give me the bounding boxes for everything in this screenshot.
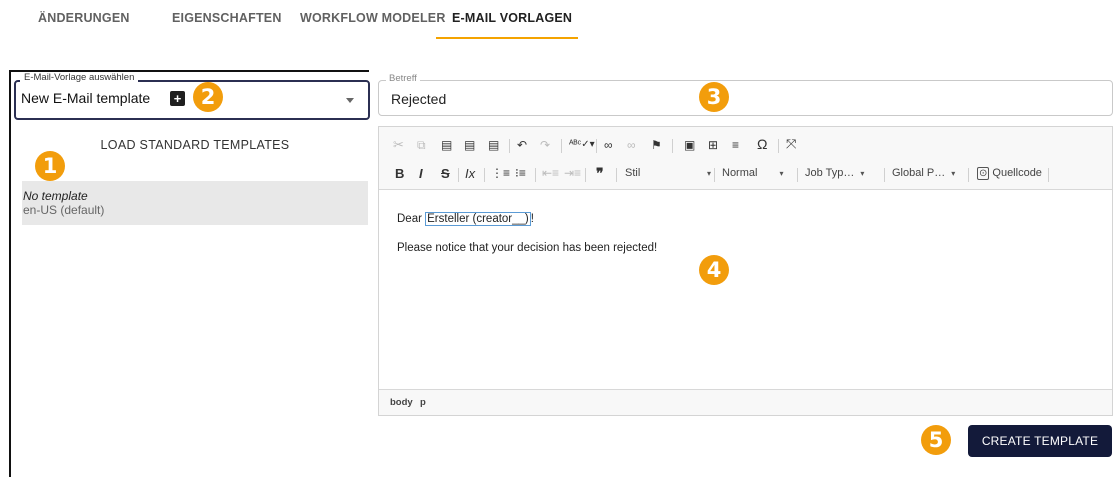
greeting-end: !	[530, 213, 534, 225]
job-type-combo-label: Job Typ…	[805, 167, 855, 179]
paste-icon[interactable]: ▤	[441, 138, 452, 152]
annotation-badge-2: 2	[193, 82, 223, 112]
style-combo-label: Stil	[625, 167, 641, 179]
image-icon[interactable]: ▣	[684, 138, 695, 152]
greeting-line: Dear Ersteller (creator__)!	[397, 212, 534, 226]
toolbar-separator	[509, 139, 510, 153]
horizontal-line-icon[interactable]: ≡	[732, 138, 739, 152]
chevron-down-icon: ▾	[951, 169, 956, 178]
style-combo[interactable]: Stil	[625, 167, 640, 179]
spellcheck-icon[interactable]: ᴬᴮᶜ✓▾	[569, 138, 595, 152]
active-tab-indicator	[436, 37, 578, 39]
plus-square-icon[interactable]: +	[170, 91, 185, 106]
template-select-label: E-Mail-Vorlage auswählen	[20, 72, 139, 83]
outdent-icon[interactable]: ⇤≡	[542, 166, 559, 180]
remove-format-icon[interactable]: Ix	[465, 167, 475, 181]
toolbar-separator	[714, 168, 715, 182]
path-item-body[interactable]: body	[390, 397, 413, 408]
element-path-bar	[379, 389, 1112, 415]
chevron-down-icon: ▾	[707, 169, 712, 178]
source-code-icon: ⊙	[977, 167, 990, 180]
toolbar-separator	[535, 168, 536, 182]
toolbar-separator	[1048, 168, 1049, 182]
table-icon[interactable]: ⊞	[708, 138, 718, 152]
panel-frame-left	[9, 70, 11, 477]
italic-icon[interactable]: I	[419, 167, 423, 181]
global-combo-label: Global P…	[892, 167, 946, 179]
copy-icon[interactable]: ⧉	[417, 138, 426, 152]
toolbar-separator	[596, 139, 597, 153]
source-button[interactable]: ⊙ Quellcode	[977, 167, 1042, 180]
tab-aenderungen[interactable]: ÄNDERUNGEN	[38, 11, 130, 25]
redo-icon[interactable]: ↷	[540, 138, 550, 152]
toolbar-separator	[616, 168, 617, 182]
link-icon[interactable]: ∞	[604, 138, 613, 152]
tab-workflow-modeler[interactable]: WORKFLOW MODELER	[300, 11, 446, 25]
undo-icon[interactable]: ↶	[517, 138, 527, 152]
greeting-text: Dear	[397, 213, 422, 225]
toolbar-separator	[778, 139, 779, 153]
chevron-down-icon[interactable]	[346, 98, 354, 103]
cut-icon[interactable]: ✂	[393, 138, 404, 152]
special-char-icon[interactable]: Ω	[757, 137, 767, 151]
subject-value: Rejected	[391, 91, 447, 107]
path-item-p[interactable]: p	[420, 397, 426, 408]
create-template-button[interactable]: CREATE TEMPLATE	[968, 425, 1112, 457]
bulleted-list-icon[interactable]: ⁝≡	[515, 166, 526, 180]
load-standard-templates-button[interactable]: LOAD STANDARD TEMPLATES	[22, 138, 368, 156]
tab-eigenschaften[interactable]: EIGENSCHAFTEN	[172, 11, 282, 25]
toolbar-separator	[797, 168, 798, 182]
blockquote-icon[interactable]: ❞	[596, 166, 604, 180]
bold-icon[interactable]: B	[395, 167, 404, 181]
style-combo-arrow[interactable]: ▾	[701, 167, 711, 179]
annotation-badge-3: 3	[699, 82, 729, 112]
template-select-value: New E-Mail template	[21, 90, 151, 106]
job-type-combo[interactable]: Job Typ… ▾	[805, 167, 864, 179]
subject-input[interactable]	[378, 80, 1113, 116]
toolbar-separator	[884, 168, 885, 182]
toolbar-separator	[672, 139, 673, 153]
toolbar-separator	[968, 168, 969, 182]
template-language: en-US (default)	[23, 203, 105, 217]
template-name: No template	[23, 189, 88, 203]
toolbar-separator	[484, 168, 485, 182]
numbered-list-icon[interactable]: ⋮≡	[491, 166, 510, 180]
strike-icon[interactable]: S	[441, 167, 450, 181]
toolbar-separator	[561, 139, 562, 153]
paste-word-icon[interactable]: ▤	[488, 138, 499, 152]
chevron-down-icon: ▾	[779, 169, 784, 178]
tab-email-vorlagen[interactable]: E-MAIL VORLAGEN	[452, 11, 572, 25]
annotation-badge-1: 1	[35, 151, 65, 181]
annotation-badge-5: 5	[921, 425, 951, 455]
editor-content[interactable]: Dear Ersteller (creator__)!	[397, 212, 534, 226]
global-combo[interactable]: Global P… ▾	[892, 167, 955, 179]
chevron-down-icon: ▾	[860, 169, 865, 178]
unlink-icon[interactable]: ∞	[627, 138, 636, 152]
format-combo-label: Normal	[722, 167, 758, 179]
editor-toolbar	[379, 127, 1112, 190]
format-combo[interactable]: Normal ▾	[722, 167, 783, 179]
subject-label: Betreff	[386, 73, 420, 84]
creator-placeholder[interactable]: Ersteller (creator__)	[425, 212, 531, 226]
indent-icon[interactable]: ⇥≡	[564, 166, 581, 180]
template-list-item[interactable]: No template en-US (default)	[22, 181, 368, 225]
paste-text-icon[interactable]: ▤	[464, 138, 475, 152]
maximize-icon[interactable]: ⤧	[786, 137, 796, 151]
anchor-icon[interactable]: ⚑	[651, 138, 662, 152]
body-text: Please notice that your decision has bee…	[397, 242, 658, 254]
toolbar-separator	[585, 168, 586, 182]
annotation-badge-4: 4	[699, 255, 729, 285]
toolbar-separator	[458, 168, 459, 182]
source-button-label: Quellcode	[992, 167, 1042, 179]
tab-bar: ÄNDERUNGEN EIGENSCHAFTEN WORKFLOW MODELE…	[0, 0, 1113, 42]
